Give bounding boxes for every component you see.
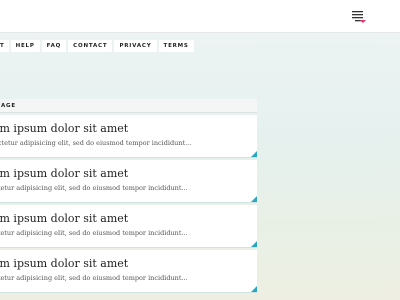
list-item-title: em ipsum dolor sit amet [0, 257, 129, 270]
nav-item-faq[interactable]: FAQ [41, 40, 67, 52]
list-item-title: em ipsum dolor sit amet [0, 122, 129, 135]
nav-item-partial[interactable]: T [0, 40, 9, 52]
post-list: AGE em ipsum dolor sit amet ectetur adip… [0, 99, 257, 293]
nav-item-terms[interactable]: TERMS [158, 40, 194, 52]
top-bar [0, 0, 400, 33]
list-item-excerpt: ectetur adipisicing elit, sed do eiusmod… [0, 139, 192, 147]
list-item-title: em ipsum dolor sit amet [0, 167, 129, 180]
nav-bar: T HELP FAQ CONTACT PRIVACY TERMS [0, 40, 194, 52]
list-item-excerpt: etetur adipisicing elit, sed do eiusmod … [0, 229, 188, 237]
list-item[interactable]: em ipsum dolor sit amet ectetur adipisic… [0, 115, 257, 158]
list-header: AGE [0, 99, 257, 113]
corner-triangle-icon [251, 241, 257, 247]
nav-item-privacy[interactable]: PRIVACY [114, 40, 157, 52]
nav-item-contact[interactable]: CONTACT [68, 40, 113, 52]
nav-item-help[interactable]: HELP [10, 40, 40, 52]
list-item[interactable]: em ipsum dolor sit amet etetur adipisici… [0, 205, 257, 248]
list-item-title: em ipsum dolor sit amet [0, 212, 129, 225]
menu-lines-icon [352, 11, 366, 23]
corner-triangle-icon [251, 286, 257, 292]
list-item[interactable]: em ipsum dolor sit amet etetur adipisici… [0, 160, 257, 203]
corner-triangle-icon [251, 151, 257, 157]
corner-triangle-icon [251, 196, 257, 202]
list-item-excerpt: etetur adipisicing elit, sed do eiusmod … [0, 184, 188, 192]
menu-button[interactable] [350, 9, 368, 25]
list-item[interactable]: em ipsum dolor sit amet etetur adipisici… [0, 250, 257, 293]
list-item-excerpt: etetur adipisicing elit, sed do eiusmod … [0, 274, 188, 282]
